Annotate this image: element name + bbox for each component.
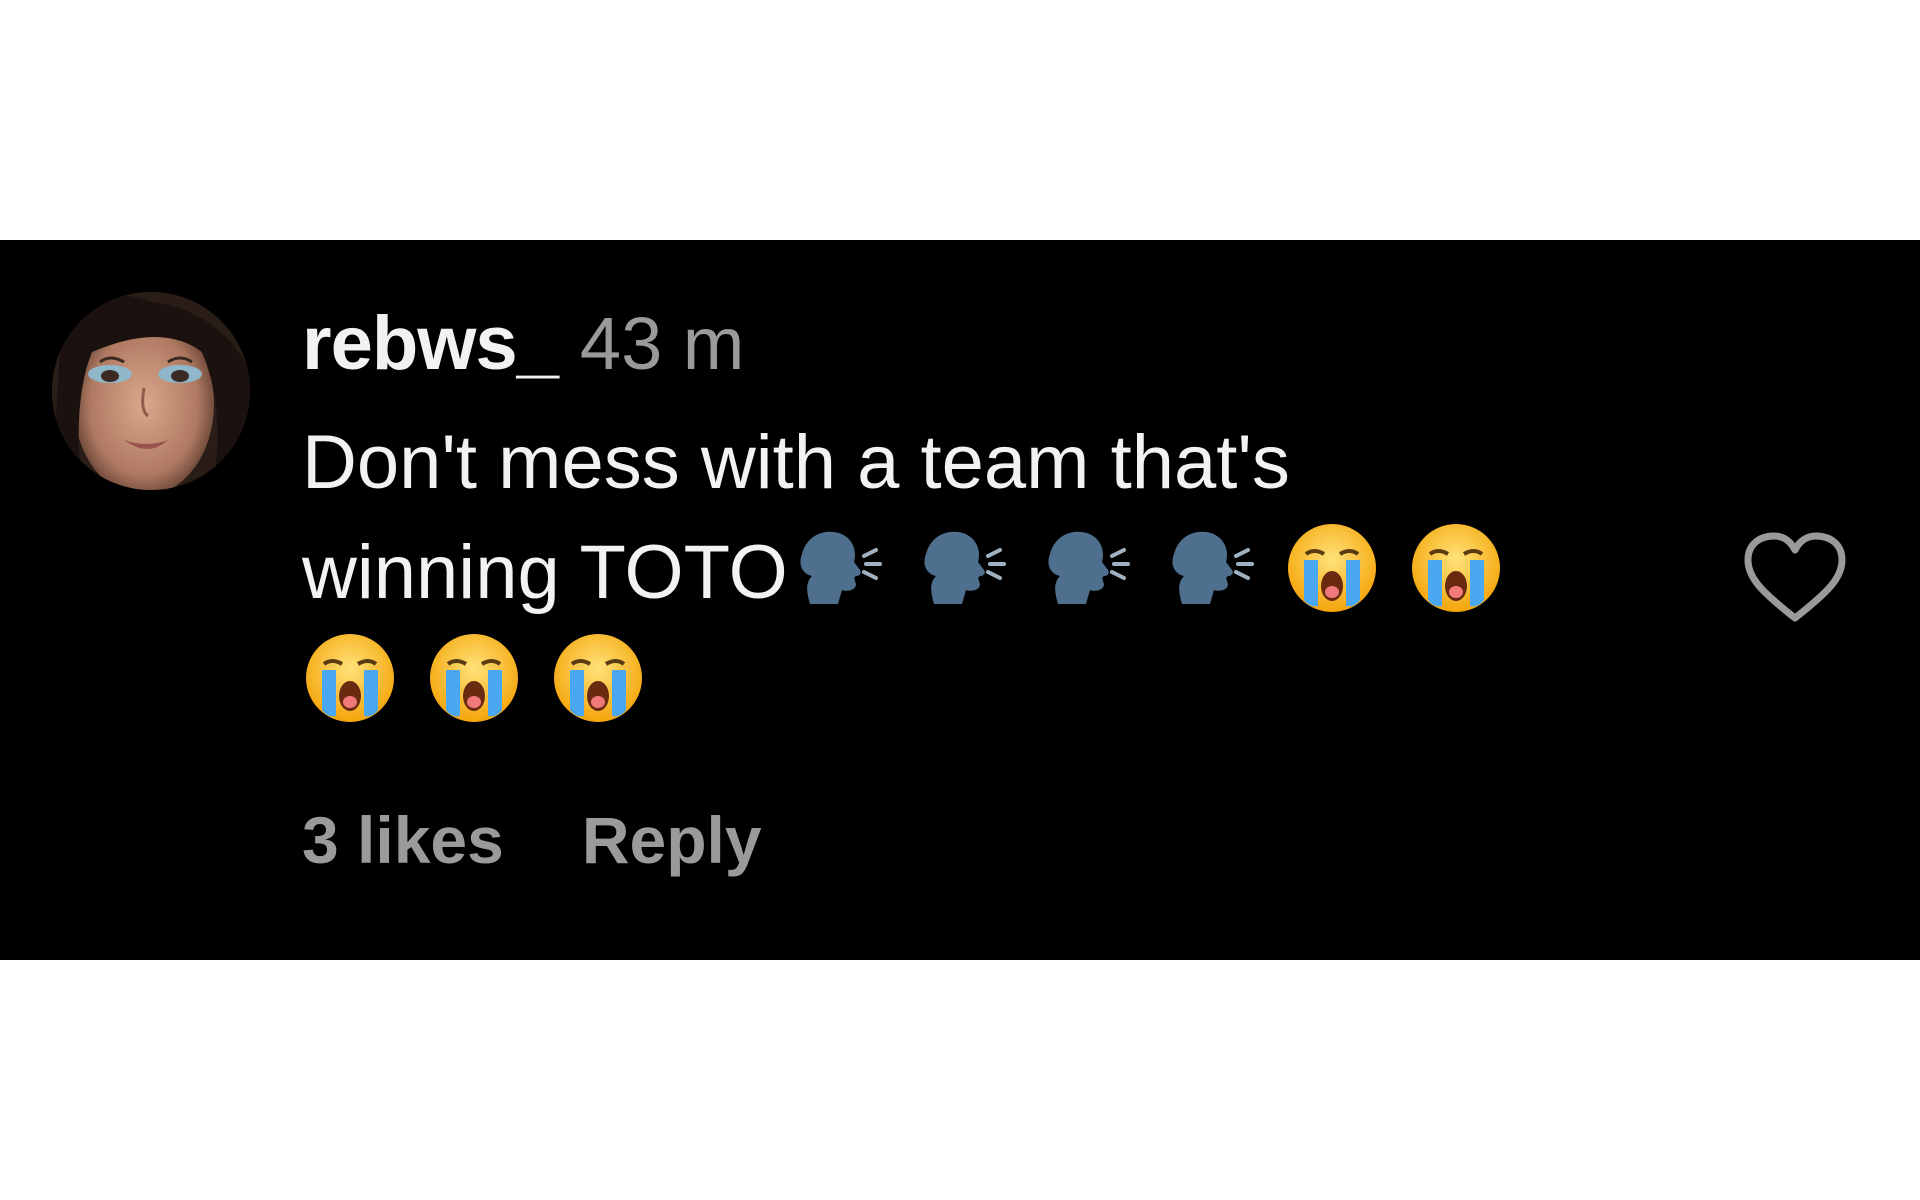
speaking-head-icon	[1036, 520, 1132, 616]
comment-actions: 3 likes Reply	[302, 800, 762, 880]
speaking-head-icon	[1160, 520, 1256, 616]
likes-count[interactable]: 3 likes	[302, 802, 504, 878]
comment-header: rebws_ 43 m	[302, 300, 1702, 386]
comment-row: rebws_ 43 m Don't mess with a team that'…	[0, 240, 1920, 960]
avatar[interactable]	[52, 292, 250, 490]
avatar-photo	[52, 292, 250, 490]
speaking-head-icon	[912, 520, 1008, 616]
comment-text-line-2: winning TOTO	[302, 518, 1682, 628]
emoji-group-2	[302, 628, 1682, 738]
comment-text: Don't mess with a team that's winning TO…	[302, 408, 1682, 738]
comment-text-line-1: Don't mess with a team that's	[302, 420, 1290, 505]
comment-body: rebws_ 43 m Don't mess with a team that'…	[302, 300, 1702, 738]
loudly-crying-face-icon	[1408, 520, 1504, 616]
loudly-crying-face-icon	[426, 630, 522, 726]
loudly-crying-face-icon	[302, 630, 398, 726]
loudly-crying-face-icon	[1284, 520, 1380, 616]
speaking-head-icon	[788, 520, 884, 616]
comment-text-line-2-text: winning TOTO	[302, 530, 788, 615]
page-canvas: rebws_ 43 m Don't mess with a team that'…	[0, 0, 1920, 1200]
loudly-crying-face-icon	[550, 630, 646, 726]
timestamp: 43 m	[579, 302, 745, 385]
reply-button[interactable]: Reply	[582, 802, 762, 878]
heart-outline-icon	[1744, 532, 1846, 622]
like-button[interactable]	[1742, 530, 1848, 626]
emoji-group-1	[788, 524, 1532, 615]
username[interactable]: rebws_	[302, 300, 559, 387]
